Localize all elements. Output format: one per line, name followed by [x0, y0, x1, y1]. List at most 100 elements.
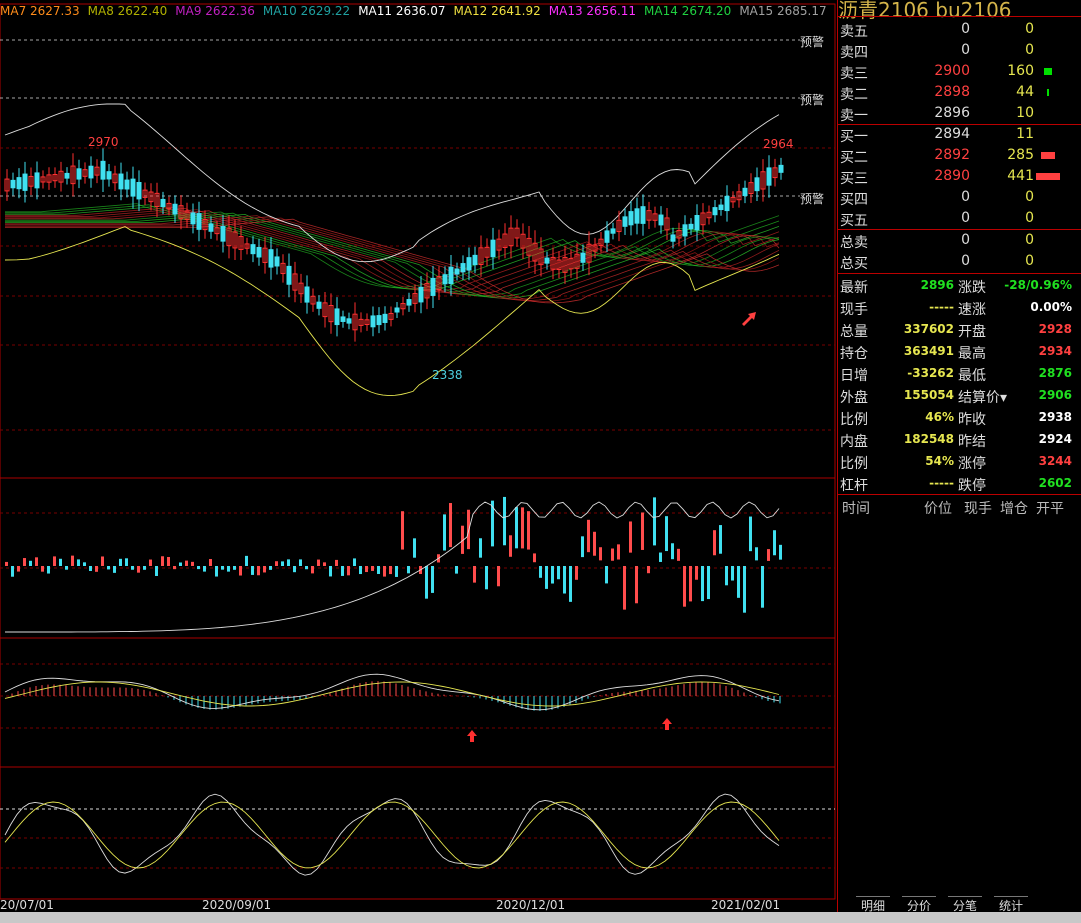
ma-legend: MA7 2627.33 MA8 2622.40 MA9 2622.36 MA10 26…: [0, 4, 835, 20]
volume-bar: [587, 519, 590, 553]
volume-bar: [497, 566, 500, 587]
quote-stat: 持仓 363491: [840, 340, 954, 362]
stat-value: 182548: [903, 432, 954, 446]
ma-legend-item: MA15 2685.17: [739, 4, 827, 18]
candle-body: [382, 313, 388, 323]
quote-panel: 沥青2106 bu2106 卖五 0 0 卖四 0 0 卖三 2900 160 卖二 2898 44 卖…: [837, 0, 1081, 913]
orderbook-price: 0: [961, 189, 970, 205]
orderbook-row[interactable]: 总卖 0 0: [840, 230, 1080, 251]
volume-bar: [389, 566, 392, 575]
detail-header-oi-change: 增仓: [1000, 501, 1028, 517]
tab-statistics[interactable]: 统计: [994, 896, 1028, 913]
volume-bar: [317, 559, 320, 566]
volume-bar: [167, 556, 170, 566]
trend-arrow: [742, 312, 756, 326]
orderbook-price: 2894: [934, 126, 970, 142]
candle-body: [220, 225, 226, 242]
orderbook-price: 0: [961, 232, 970, 248]
orderbook-row[interactable]: 买五 0 0: [840, 208, 1080, 229]
candle-body: [250, 244, 256, 255]
tab-details[interactable]: 明细: [856, 896, 890, 913]
volume-bar: [779, 544, 782, 560]
volume-bar: [467, 509, 470, 550]
volume-bar: [143, 566, 146, 570]
candle-body: [208, 223, 214, 232]
candle-body: [88, 165, 94, 179]
date-axis-label: 2020/12/01: [496, 898, 566, 912]
stat-label: 涨跌: [958, 280, 986, 296]
candle-body: [688, 223, 694, 230]
candle-body: [754, 177, 760, 192]
stat-value: 0.00%: [1030, 300, 1072, 314]
candle-body: [454, 268, 460, 275]
kline-chart-area[interactable]: MA7 2627.33 MA8 2622.40 MA9 2622.36 MA10 26…: [0, 0, 836, 912]
candle-body: [64, 172, 70, 179]
orderbook-price: 0: [961, 253, 970, 269]
orderbook-level-label: 买五: [840, 213, 868, 229]
volume-bar: [749, 516, 752, 552]
stat-label: 速涨: [958, 302, 986, 318]
orderbook-row[interactable]: 买四 0 0: [840, 187, 1080, 208]
contract-title: 沥青2106 bu2106: [838, 0, 1012, 22]
volume-bar: [131, 566, 134, 570]
orderbook-volume-bar: [1047, 89, 1049, 96]
stat-label: 最低: [958, 368, 986, 384]
volume-bar: [455, 566, 458, 574]
orderbook-volume-bar: [1044, 68, 1052, 75]
orderbook-row[interactable]: 卖一 2896 10: [840, 103, 1080, 124]
orderbook-row[interactable]: 买三 2890 441: [840, 166, 1080, 187]
orderbook-row[interactable]: 卖四 0 0: [840, 40, 1080, 61]
stat-value: 2938: [1038, 410, 1072, 424]
candle-body: [286, 265, 292, 285]
orderbook-price: 2900: [934, 63, 970, 79]
volume-bar: [209, 559, 212, 566]
candle-body: [100, 160, 106, 180]
tab-price-distribution[interactable]: 分价: [902, 896, 936, 913]
tab-tick-trades[interactable]: 分笔: [948, 896, 982, 913]
volume-bar: [323, 562, 326, 566]
volume-bar: [341, 566, 344, 576]
volume-bar: [605, 566, 608, 584]
volume-bar: [293, 566, 296, 573]
candle-body: [316, 301, 322, 309]
volume-bar: [521, 507, 524, 549]
volume-bar: [599, 547, 602, 561]
orderbook-row[interactable]: 卖三 2900 160: [840, 61, 1080, 82]
orderbook-price: 0: [961, 21, 970, 37]
volume-bar: [623, 566, 626, 610]
kdj-d-line: [4, 801, 780, 869]
stat-value: 46%: [925, 410, 954, 424]
quote-stat: 最新 2896: [840, 274, 954, 296]
orderbook-row[interactable]: 买二 2892 285: [840, 145, 1080, 166]
volume-bar: [149, 559, 152, 566]
orderbook-level-label: 卖二: [840, 87, 868, 103]
volume-bar: [287, 559, 290, 566]
orderbook-volume: 0: [1025, 210, 1034, 226]
volume-bar: [23, 558, 26, 566]
volume-bar: [17, 566, 20, 572]
orderbook-row[interactable]: 总买 0 0: [840, 251, 1080, 272]
orderbook-row[interactable]: 买一 2894 11: [840, 124, 1080, 145]
orderbook-row[interactable]: 卖二 2898 44: [840, 82, 1080, 103]
volume-bar: [539, 566, 542, 578]
candle-body: [130, 178, 136, 197]
stat-label: 现手: [840, 302, 868, 318]
kline-chart-svg[interactable]: [0, 0, 836, 912]
date-axis-label: 2020/09/01: [202, 898, 272, 912]
detail-header-time: 时间: [842, 501, 870, 517]
volume-bar: [707, 566, 710, 600]
orderbook-row[interactable]: 卖五 0 0: [840, 19, 1080, 40]
candle-body: [766, 167, 772, 186]
volume-bar: [725, 566, 728, 586]
volume-bar: [635, 566, 638, 604]
candle-body: [136, 182, 142, 200]
candle-body: [622, 216, 628, 227]
ma-legend-item: MA14 2674.20: [644, 4, 732, 18]
volume-bar: [227, 566, 230, 572]
volume-bar: [41, 566, 44, 572]
volume-bar: [53, 556, 56, 566]
volume-bar: [431, 566, 434, 593]
orderbook-level-label: 总卖: [840, 235, 868, 251]
candle-body: [22, 173, 28, 191]
volume-bar: [329, 566, 332, 577]
